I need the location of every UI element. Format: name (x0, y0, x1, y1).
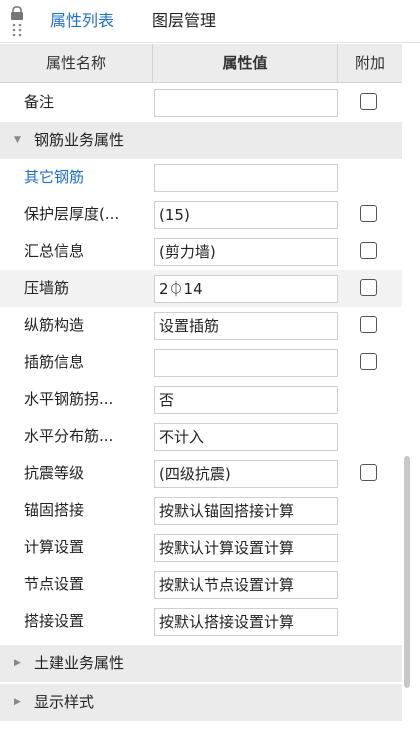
value-field[interactable] (154, 164, 338, 192)
row-horizontal-rebar-bend[interactable]: 水平钢筋拐... 否 (0, 381, 402, 418)
tab-layer-manager[interactable]: 图层管理 (140, 0, 228, 42)
row-calc-settings[interactable]: 计算设置 按默认计算设置计算 (0, 529, 402, 566)
expand-triangle-icon[interactable]: ▼ (14, 122, 21, 159)
tab-property-list[interactable]: 属性列表 (38, 0, 126, 42)
row-horizontal-distribution[interactable]: 水平分布筋... 不计入 (0, 418, 402, 455)
row-label: 纵筋构造 (24, 316, 85, 334)
row-label: 锚固搭接 (24, 501, 85, 519)
vertical-scrollbar[interactable] (404, 456, 410, 688)
row-label: 压墙筋 (24, 279, 70, 297)
extra-checkbox[interactable] (360, 242, 377, 259)
collapse-triangle-icon[interactable]: ▶ (14, 645, 21, 682)
extra-checkbox[interactable] (360, 279, 377, 296)
row-label: 插筋信息 (24, 353, 85, 371)
row-longitudinal-construction[interactable]: 纵筋构造 设置插筋 (0, 307, 402, 344)
extra-checkbox[interactable] (360, 353, 377, 370)
value-field[interactable]: (15) (154, 201, 338, 229)
row-label: 节点设置 (24, 575, 85, 593)
row-label: 汇总信息 (24, 242, 85, 260)
row-label: 备注 (24, 93, 55, 111)
table-header: 属性名称 属性值 附加 (0, 44, 402, 83)
value-field[interactable]: 2⏀14 (154, 275, 338, 303)
group-label: 显示样式 (34, 693, 95, 711)
group-label: 土建业务属性 (34, 654, 125, 672)
value-field[interactable]: 按默认锚固搭接计算 (154, 497, 338, 525)
value-field[interactable] (154, 89, 338, 117)
row-anchorage-lap[interactable]: 锚固搭接 按默认锚固搭接计算 (0, 492, 402, 529)
row-dowel-info[interactable]: 插筋信息 (0, 344, 402, 381)
row-cover-thickness[interactable]: 保护层厚度(... (15) (0, 196, 402, 233)
row-wall-pressing-rebar[interactable]: 压墙筋 2⏀14 (0, 270, 402, 307)
header-extra: 附加 (354, 54, 385, 72)
row-summary-info[interactable]: 汇总信息 (剪力墙) (0, 233, 402, 270)
value-field[interactable]: (四级抗震) (154, 460, 338, 488)
row-other-rebar[interactable]: 其它钢筋 (0, 159, 402, 196)
lock-icon[interactable] (8, 6, 26, 38)
value-field[interactable]: 不计入 (154, 423, 338, 451)
value-field[interactable]: (剪力墙) (154, 238, 338, 266)
row-label[interactable]: 其它钢筋 (24, 159, 84, 196)
collapse-triangle-icon[interactable]: ▶ (14, 684, 21, 721)
row-lap-settings[interactable]: 搭接设置 按默认搭接设置计算 (0, 603, 402, 640)
extra-checkbox[interactable] (360, 205, 377, 222)
row-seismic-grade[interactable]: 抗震等级 (四级抗震) (0, 455, 402, 492)
row-label: 水平分布筋... (24, 427, 114, 445)
value-field[interactable] (154, 349, 338, 377)
value-field[interactable]: 按默认搭接设置计算 (154, 608, 338, 636)
row-label: 抗震等级 (24, 464, 85, 482)
group-rebar-properties[interactable]: ▼ 钢筋业务属性 (0, 122, 402, 159)
value-field[interactable]: 否 (154, 386, 338, 414)
row-label: 保护层厚度(... (24, 205, 120, 223)
extra-checkbox[interactable] (360, 316, 377, 333)
header-property-name: 属性名称 (45, 54, 106, 72)
extra-checkbox[interactable] (360, 464, 377, 481)
value-field[interactable]: 按默认节点设置计算 (154, 571, 338, 599)
header-property-value: 属性值 (152, 44, 338, 82)
tab-bar: 属性列表 图层管理 (0, 0, 420, 43)
value-field[interactable]: 设置插筋 (154, 312, 338, 340)
row-node-settings[interactable]: 节点设置 按默认节点设置计算 (0, 566, 402, 603)
row-label: 水平钢筋拐... (24, 390, 114, 408)
row-remark[interactable]: 备注 (0, 84, 402, 121)
group-civil-properties[interactable]: ▶ 土建业务属性 (0, 645, 402, 682)
row-label: 搭接设置 (24, 612, 85, 630)
value-field[interactable]: 按默认计算设置计算 (154, 534, 338, 562)
row-label: 计算设置 (24, 538, 85, 556)
group-label: 钢筋业务属性 (34, 131, 125, 149)
group-display-style[interactable]: ▶ 显示样式 (0, 684, 402, 721)
extra-checkbox[interactable] (360, 93, 377, 110)
